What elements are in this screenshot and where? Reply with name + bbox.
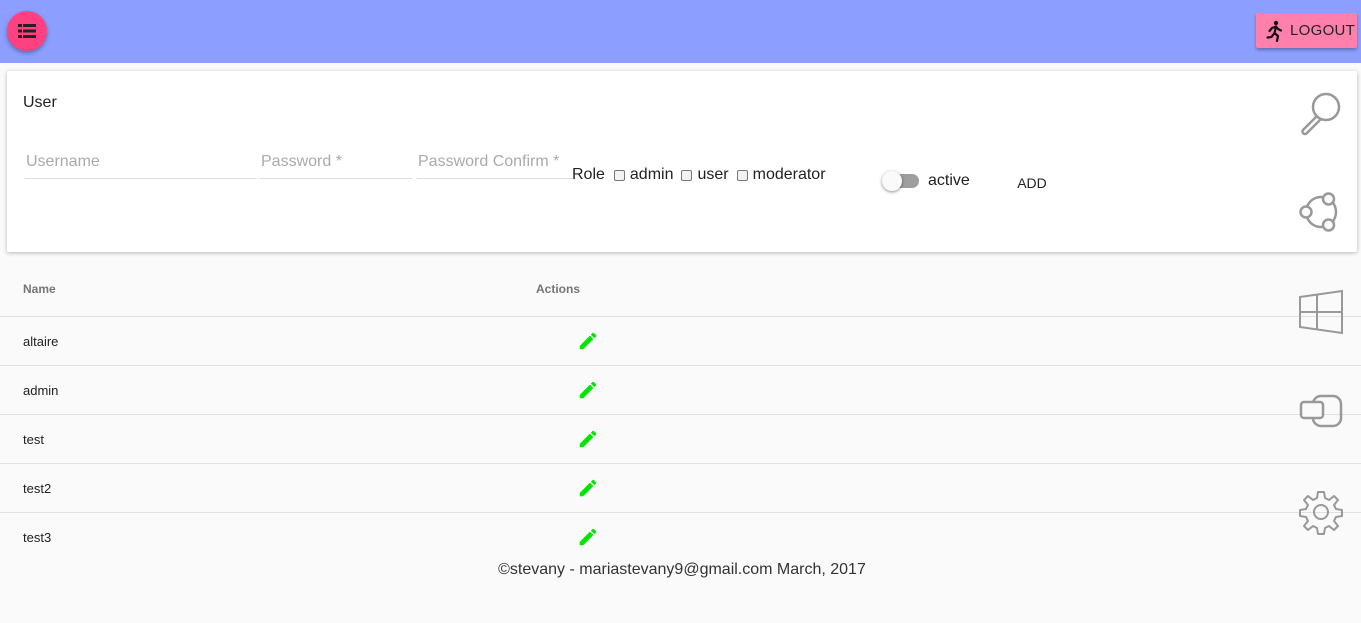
- role-moderator-label: moderator: [752, 166, 826, 183]
- toggle-thumb[interactable]: [882, 171, 902, 191]
- username-field: [25, 153, 257, 179]
- ubuntu-icon[interactable]: [1297, 188, 1345, 236]
- role-moderator-checkbox[interactable]: moderator: [736, 166, 826, 184]
- table-header: Name Actions: [0, 268, 1361, 317]
- table-row: test2: [0, 464, 1361, 513]
- username-input[interactable]: [25, 153, 257, 174]
- logout-label: LOGOUT: [1290, 22, 1356, 39]
- role-user-checkbox[interactable]: user: [681, 166, 729, 184]
- password-confirm-field: [417, 153, 573, 179]
- table-row: test: [0, 415, 1361, 464]
- checkbox-box[interactable]: [613, 169, 625, 181]
- pencil-icon[interactable]: [577, 428, 599, 450]
- checkbox-box[interactable]: [736, 169, 748, 181]
- devices-icon[interactable]: [1297, 388, 1345, 436]
- windows-icon[interactable]: [1297, 288, 1345, 336]
- table-row: altaire: [0, 317, 1361, 366]
- user-name-cell: test: [23, 432, 44, 447]
- pencil-icon[interactable]: [577, 477, 599, 499]
- password-input[interactable]: [260, 153, 412, 174]
- table-row: test3: [0, 513, 1361, 562]
- password-field: [260, 153, 412, 179]
- role-admin-checkbox[interactable]: admin: [613, 166, 674, 184]
- role-user-label: user: [697, 166, 729, 183]
- list-icon: [18, 24, 36, 38]
- user-name-cell: test2: [23, 481, 52, 496]
- running-person-icon: [1266, 20, 1283, 42]
- user-name-cell: test3: [23, 530, 52, 545]
- password-confirm-input[interactable]: [417, 153, 573, 174]
- pencil-icon[interactable]: [577, 526, 599, 548]
- role-admin-label: admin: [629, 166, 674, 183]
- footer: ©stevany - mariastevany9@gmail.com March…: [498, 561, 866, 578]
- actions-column-header: Actions: [536, 282, 581, 296]
- active-toggle[interactable]: active: [882, 171, 970, 191]
- gear-icon[interactable]: [1297, 488, 1345, 536]
- role-label: Role: [572, 166, 605, 183]
- users-table: Name Actions altaire admin test test2 te…: [0, 268, 1361, 562]
- add-button[interactable]: ADD: [1008, 171, 1056, 195]
- active-label: active: [928, 172, 970, 189]
- table-row: admin: [0, 366, 1361, 415]
- card-title: User: [23, 94, 57, 111]
- user-form-card: User Role admin user moderator active AD…: [7, 71, 1357, 252]
- app-bar: LOGOUT: [0, 0, 1361, 63]
- search-icon[interactable]: [1297, 88, 1345, 136]
- toggle-track[interactable]: [882, 171, 919, 191]
- name-column-header: Name: [23, 282, 56, 296]
- user-name-cell: altaire: [23, 334, 59, 349]
- user-name-cell: admin: [23, 383, 59, 398]
- pencil-icon[interactable]: [577, 379, 599, 401]
- menu-button[interactable]: [7, 11, 47, 51]
- role-group: Role admin user moderator: [572, 166, 834, 184]
- logout-button[interactable]: LOGOUT: [1256, 13, 1357, 48]
- pencil-icon[interactable]: [577, 330, 599, 352]
- checkbox-box[interactable]: [681, 169, 693, 181]
